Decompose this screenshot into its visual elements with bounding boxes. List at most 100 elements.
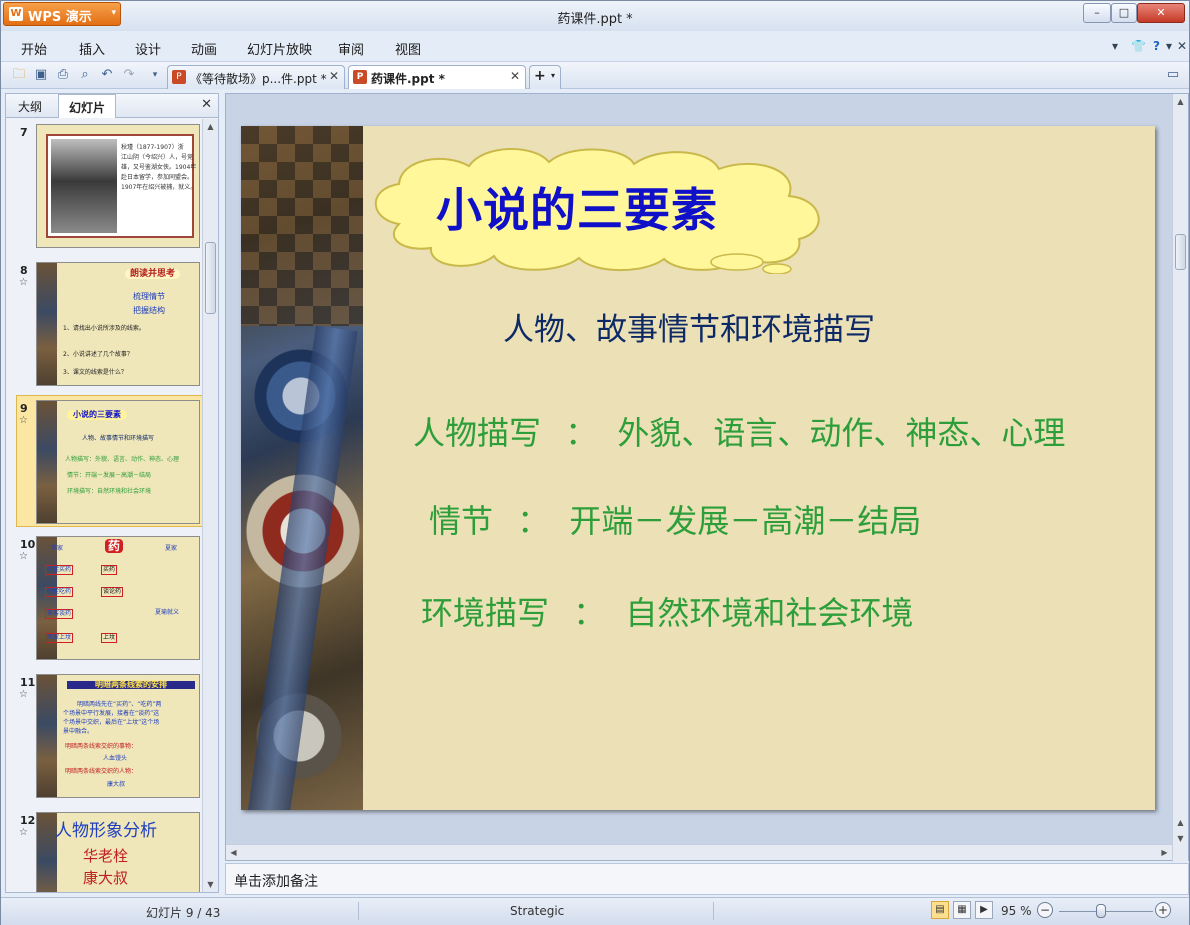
undo-icon[interactable]: ↶ bbox=[99, 67, 115, 83]
thumb-text: 华家 bbox=[51, 545, 64, 552]
thumb-text: 康大叔 bbox=[83, 869, 129, 887]
slide-thumbnail-7[interactable]: 秋瑾（1877-1907）浙 江山阴（今绍兴）人，号竞 雄，又号鉴湖女侠。190… bbox=[36, 124, 200, 248]
redo-icon[interactable]: ↷ bbox=[121, 67, 137, 83]
editor-vertical-scrollbar[interactable]: ▲ ▲ ▼ bbox=[1172, 94, 1188, 862]
slide-title[interactable]: 小说的三要素 bbox=[436, 174, 718, 240]
menu-animation[interactable]: 动画 bbox=[191, 39, 217, 58]
tab-slides[interactable]: 幻灯片 bbox=[58, 94, 117, 118]
scroll-up-icon[interactable]: ▲ bbox=[1173, 815, 1188, 830]
thumb-text: 明暗两条线索交织的人物： bbox=[65, 768, 138, 775]
maximize-icon: □ bbox=[1118, 6, 1130, 19]
thumb-text: 秋瑾（1877-1907）浙 bbox=[121, 144, 184, 151]
scroll-thumb[interactable] bbox=[205, 242, 216, 314]
close-tab-icon[interactable]: ✕ bbox=[510, 69, 520, 83]
close-doc-icon[interactable]: ✕ bbox=[1177, 39, 1187, 53]
editor-horizontal-scrollbar[interactable]: ◀ ▶ bbox=[226, 844, 1172, 860]
thumb-text: 谈论药 bbox=[101, 587, 124, 597]
menu-home[interactable]: 开始 bbox=[21, 39, 47, 58]
thumb-decoration bbox=[37, 813, 57, 892]
print-preview-icon[interactable]: ⌕ bbox=[77, 67, 93, 83]
slide-number: 9 bbox=[20, 402, 28, 415]
scroll-up-icon[interactable]: ▲ bbox=[1173, 94, 1188, 109]
thumb-text: 夏家 bbox=[165, 545, 178, 552]
thumb-decoration bbox=[37, 675, 57, 797]
minimize-button[interactable]: – bbox=[1083, 3, 1111, 23]
slide-counter: 幻灯片 9 / 43 bbox=[146, 906, 221, 920]
save-icon[interactable]: ▣ bbox=[33, 67, 49, 83]
thumb-title: 小说的三要素 bbox=[67, 410, 127, 420]
minus-icon: − bbox=[1039, 903, 1051, 917]
maximize-button[interactable]: □ bbox=[1111, 3, 1137, 23]
minimize-icon: – bbox=[1094, 6, 1100, 19]
notes-area[interactable]: 单击添加备注 bbox=[225, 863, 1189, 895]
scroll-thumb[interactable] bbox=[1175, 234, 1186, 270]
slide-thumbnail-9[interactable]: 小说的三要素 人物、故事情节和环境描写 人物描写：外貌、语言、动作、神态、心理 … bbox=[36, 400, 200, 524]
window-layout-icon[interactable]: ▭ bbox=[1165, 67, 1181, 83]
tab-label: 药课件.ppt * bbox=[371, 72, 445, 86]
row-plot[interactable]: 情节 ： 开端－发展－高潮－结局 bbox=[429, 496, 921, 542]
menu-review[interactable]: 审阅 bbox=[338, 39, 364, 58]
normal-view-icon: ▤ bbox=[935, 904, 945, 915]
close-pane-icon[interactable]: ✕ bbox=[201, 97, 212, 112]
scroll-right-icon[interactable]: ▶ bbox=[1157, 845, 1172, 860]
title-bar: W WPS 演示 ▾ 药课件.ppt * – □ ✕ bbox=[1, 1, 1189, 31]
sorter-view-button[interactable]: ▦ bbox=[953, 901, 971, 919]
thumb-frame: 秋瑾（1877-1907）浙 江山阴（今绍兴）人，号竞 雄，又号鉴湖女侠。190… bbox=[46, 134, 197, 238]
row-value: 外貌、语言、动作、神态、心理 bbox=[617, 414, 1066, 452]
toolbar-more-icon[interactable]: ▾ bbox=[147, 67, 163, 83]
print-icon[interactable]: ⎙ bbox=[55, 67, 71, 83]
zoom-slider-knob[interactable] bbox=[1096, 904, 1106, 918]
help-icon[interactable]: ? bbox=[1153, 39, 1160, 53]
star-icon: ☆ bbox=[19, 415, 28, 426]
collapse-ribbon-icon[interactable]: ▾ bbox=[1112, 39, 1118, 53]
thumb-text: 情节：开端－发展－高潮－结局 bbox=[67, 472, 152, 479]
menu-design[interactable]: 设计 bbox=[135, 39, 161, 58]
slideshow-view-button[interactable]: ▶ bbox=[975, 901, 993, 919]
thumb-title: 药 bbox=[105, 539, 124, 553]
plus-icon: + bbox=[534, 68, 546, 84]
row-characters[interactable]: 人物描写 ： 外貌、语言、动作、神态、心理 bbox=[413, 408, 1065, 454]
tab-document-2[interactable]: P 药课件.ppt * ✕ bbox=[348, 65, 526, 89]
menu-slideshow[interactable]: 幻灯片放映 bbox=[247, 39, 312, 58]
notes-placeholder: 单击添加备注 bbox=[234, 874, 318, 890]
open-folder-icon[interactable]: 🗀 bbox=[11, 67, 27, 83]
help-dropdown-icon[interactable]: ▾ bbox=[1166, 39, 1172, 53]
slide-editor: 小说的三要素 人物、故事情节和环境描写 人物描写 ： 外貌、语言、动作、神态、心… bbox=[225, 93, 1189, 862]
zoom-level[interactable]: 95 % bbox=[1001, 904, 1032, 918]
menu-bar: 开始 插入 设计 动画 幻灯片放映 审阅 视图 ▾ 👕 ? ▾ ✕ bbox=[1, 35, 1189, 59]
slide-thumbnail-11[interactable]: 明暗两条线索的安排 明暗两线先在“买药”、“吃药”两 个场景中平行发展，接着在“… bbox=[36, 674, 200, 798]
menu-insert[interactable]: 插入 bbox=[79, 39, 105, 58]
slide-number: 8 bbox=[20, 264, 28, 277]
close-window-button[interactable]: ✕ bbox=[1137, 3, 1185, 23]
tab-document-1[interactable]: P 《等待散场》p...件.ppt * ✕ bbox=[167, 65, 345, 89]
thumbnail-scrollbar[interactable]: ▲ ▼ bbox=[202, 119, 218, 892]
slides-pane: 大纲 幻灯片 ✕ 7 秋瑾（1877-1907）浙 江山阴（今绍兴）人，号竞 雄… bbox=[5, 93, 219, 893]
menu-view[interactable]: 视图 bbox=[395, 39, 421, 58]
scroll-left-icon[interactable]: ◀ bbox=[226, 845, 241, 860]
new-tab-button[interactable]: + ▾ bbox=[529, 65, 561, 89]
slide-thumbnail-8[interactable]: 朗读并思考 梳理情节 把握结构 1、请找出小说所涉及的线索。 2、小说讲述了几个… bbox=[36, 262, 200, 386]
zoom-in-button[interactable]: + bbox=[1155, 902, 1171, 918]
close-tab-icon[interactable]: ✕ bbox=[329, 69, 339, 83]
scroll-up-icon[interactable]: ▲ bbox=[203, 119, 218, 134]
slide-thumbnail-12[interactable]: 人物形象分析 华老栓 康大叔 bbox=[36, 812, 200, 892]
scroll-down-icon[interactable]: ▼ bbox=[203, 877, 218, 892]
tab-outline[interactable]: 大纲 bbox=[8, 94, 52, 118]
zoom-slider-track[interactable] bbox=[1059, 911, 1153, 912]
slide-thumbnail-10[interactable]: 药 华家 夏家 老栓买药 买药 小栓吃药 谈论药 茶客谈药 夏瑜就义 两家上坟 … bbox=[36, 536, 200, 660]
row-label: 情节 bbox=[429, 502, 494, 540]
thumb-text: 雄，又号鉴湖女侠。1904年 bbox=[121, 164, 197, 171]
thumb-text: 1、请找出小说所涉及的线索。 bbox=[63, 325, 145, 332]
row-environment[interactable]: 环境描写 ： 自然环境和社会环境 bbox=[421, 588, 913, 634]
theme-name: Strategic bbox=[510, 904, 565, 918]
scroll-down-icon[interactable]: ▼ bbox=[1173, 831, 1188, 846]
current-slide[interactable]: 小说的三要素 人物、故事情节和环境描写 人物描写 ： 外貌、语言、动作、神态、心… bbox=[241, 126, 1155, 810]
close-icon: ✕ bbox=[1156, 6, 1166, 19]
row-label: 环境描写 bbox=[421, 594, 550, 632]
thumb-text: 景中融合。 bbox=[63, 728, 94, 735]
zoom-out-button[interactable]: − bbox=[1037, 902, 1053, 918]
skin-icon[interactable]: 👕 bbox=[1131, 39, 1146, 53]
normal-view-button[interactable]: ▤ bbox=[931, 901, 949, 919]
deco-ribbon bbox=[246, 325, 358, 810]
slide-subtitle[interactable]: 人物、故事情节和环境描写 bbox=[503, 304, 875, 349]
